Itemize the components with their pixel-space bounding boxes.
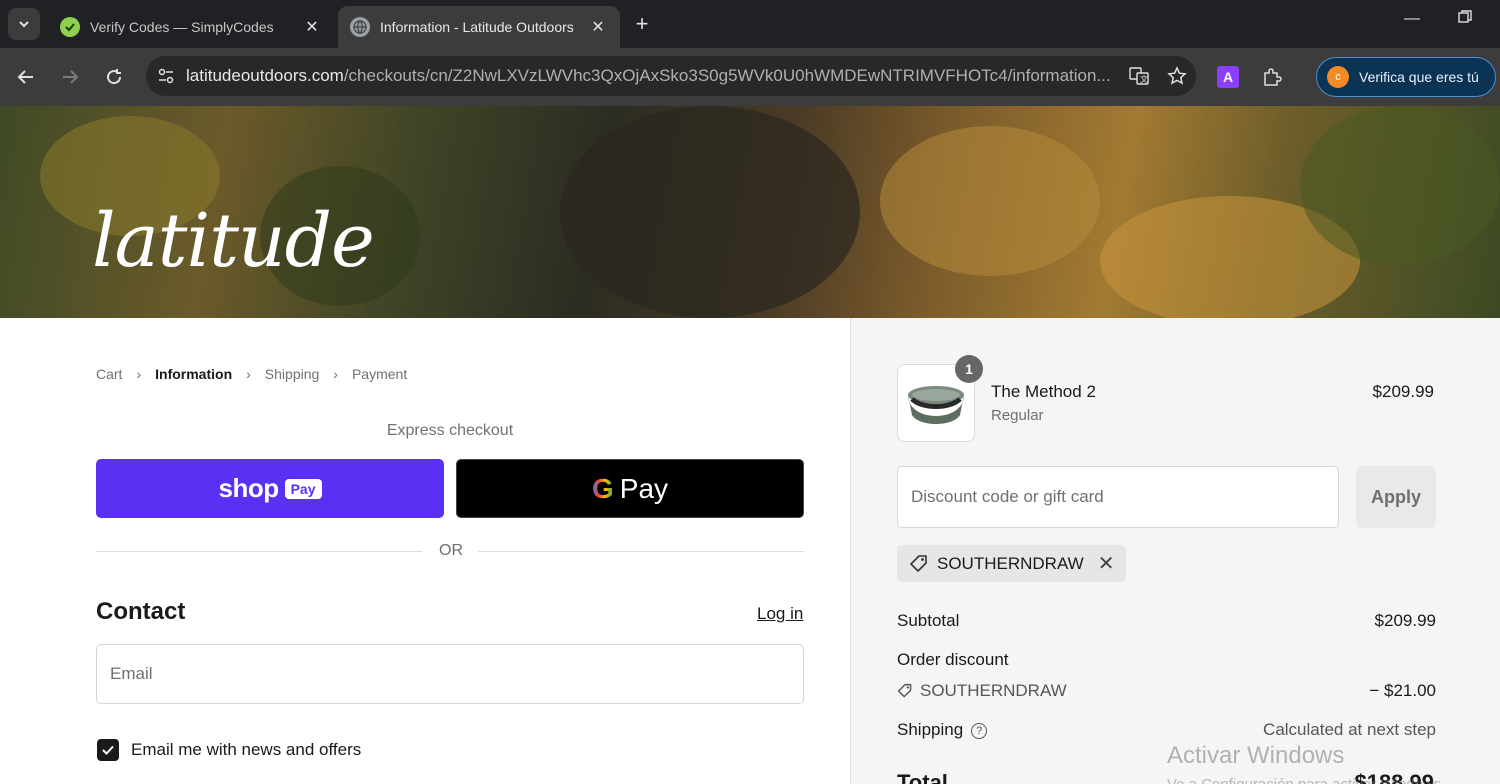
arrow-left-icon — [17, 70, 33, 84]
reload-button[interactable] — [98, 61, 130, 93]
email-placeholder: Email — [110, 664, 153, 683]
extensions-puzzle-icon[interactable] — [1256, 61, 1288, 93]
profile-verify-button[interactable]: c Verifica que eres tú — [1316, 57, 1496, 97]
newsletter-option[interactable]: Email me with news and offers — [97, 739, 361, 761]
extension-letter: A — [1217, 66, 1239, 88]
log-in-link[interactable]: Log in — [757, 604, 803, 624]
translate-icon[interactable]: 文 — [1120, 66, 1158, 86]
chevron-right-icon: › — [333, 366, 338, 382]
shop-pay-badge: Pay — [284, 478, 322, 499]
tab-simplycodes[interactable]: Verify Codes — SimplyCodes ✕ — [48, 6, 334, 48]
product-name: The Method 2 — [991, 382, 1096, 401]
order-discount-label: Order discount — [897, 650, 1009, 669]
reload-icon — [107, 69, 122, 85]
divider — [478, 551, 804, 552]
new-tab-button[interactable]: + — [628, 10, 656, 38]
shipping-row: Shipping? Calculated at next step — [897, 720, 1436, 740]
shipping-label: Shipping — [897, 720, 964, 739]
extension-a-icon[interactable]: A — [1212, 61, 1244, 93]
browser-toolbar: latitudeoutdoors.com/checkouts/cn/Z2NwLX… — [0, 48, 1500, 106]
subtotal-value: $209.99 — [1374, 611, 1436, 630]
close-tab-icon[interactable]: ✕ — [588, 17, 608, 37]
minimize-icon[interactable]: — — [1404, 10, 1420, 28]
email-field[interactable]: Email — [96, 644, 804, 704]
shipping-value: Calculated at next step — [1263, 720, 1436, 739]
chevron-right-icon: › — [246, 366, 251, 382]
discount-code-label: SOUTHERNDRAW — [920, 681, 1067, 700]
chevron-down-icon — [19, 21, 29, 28]
remove-discount-icon[interactable]: ✕ — [1098, 551, 1115, 576]
checkmark-icon — [102, 745, 114, 755]
close-tab-icon[interactable]: ✕ — [302, 17, 322, 37]
google-pay-label: Pay — [619, 472, 669, 504]
svg-text:文: 文 — [1140, 74, 1148, 84]
order-summary: 1 The Method 2 Regular $209.99 Discount … — [850, 318, 1500, 784]
order-discount-row: Order discount — [897, 650, 1436, 670]
tab-latitude[interactable]: Information - Latitude Outdoors ✕ — [338, 6, 620, 48]
windows-activation-subtext: Ve a Configuración para activar Windows. — [1167, 776, 1445, 784]
profile-label: Verifica que eres tú — [1359, 69, 1479, 85]
url-text: latitudeoutdoors.com/checkouts/cn/Z2NwLX… — [186, 66, 1120, 86]
total-label: Total — [897, 770, 948, 784]
help-circle-icon[interactable]: ? — [971, 722, 988, 739]
applied-code-label: SOUTHERNDRAW — [937, 553, 1084, 573]
bookmark-star-icon[interactable] — [1158, 66, 1196, 86]
contact-heading: Contact — [96, 598, 186, 625]
newsletter-label: Email me with news and offers — [131, 740, 362, 759]
shop-pay-wordmark: shop — [218, 473, 279, 503]
google-g-icon: G — [591, 472, 614, 504]
tag-icon — [910, 554, 927, 572]
url-host: latitudeoutdoors.com — [186, 66, 344, 85]
arrow-right-icon — [63, 70, 79, 84]
discount-code-input[interactable]: Discount code or gift card — [897, 466, 1339, 528]
discount-value: − $21.00 — [1369, 681, 1436, 700]
back-button[interactable] — [10, 61, 42, 93]
profile-avatar: c — [1327, 66, 1349, 88]
breadcrumb-information: Information — [155, 366, 233, 382]
url-path: /checkouts/cn/Z2NwLXVzLWVhc3QxOjAxSko3S0… — [343, 66, 1111, 85]
apply-button[interactable]: Apply — [1356, 466, 1436, 528]
tag-icon — [897, 683, 912, 698]
browser-tab-bar: Verify Codes — SimplyCodes ✕ Information… — [0, 0, 1500, 48]
chevron-right-icon: › — [136, 366, 142, 382]
checkout-main: Cart › Information › Shipping › Payment … — [0, 318, 850, 784]
applied-discount-chip: SOUTHERNDRAW ✕ — [897, 545, 1127, 582]
hero-banner-image: latitude — [0, 106, 1500, 318]
shop-pay-button[interactable]: shop Pay — [96, 459, 444, 518]
divider — [96, 551, 422, 552]
simplycodes-favicon-icon — [60, 17, 80, 37]
breadcrumb: Cart › Information › Shipping › Payment — [96, 366, 407, 382]
newsletter-checkbox[interactable] — [97, 739, 119, 761]
subtotal-label: Subtotal — [897, 611, 960, 630]
globe-icon — [350, 17, 370, 37]
product-variant: Regular — [991, 407, 1044, 424]
google-pay-button[interactable]: G Pay — [456, 459, 804, 518]
breadcrumb-cart[interactable]: Cart — [96, 366, 122, 382]
discount-code-row: SOUTHERNDRAW − $21.00 — [897, 681, 1436, 701]
subtotal-row: Subtotal $209.99 — [897, 611, 1436, 631]
windows-activation-watermark: Activar Windows — [1167, 742, 1345, 769]
tab-title: Information - Latitude Outdoors — [380, 19, 574, 35]
latitude-logo[interactable]: latitude — [92, 198, 375, 284]
breadcrumb-payment: Payment — [351, 366, 408, 382]
forward-button[interactable] — [54, 61, 86, 93]
site-info-icon[interactable] — [146, 67, 186, 85]
tab-title: Verify Codes — SimplyCodes — [90, 19, 274, 35]
discount-placeholder: Discount code or gift card — [911, 487, 1104, 506]
breadcrumb-shipping: Shipping — [264, 366, 320, 382]
quantity-badge: 1 — [955, 355, 983, 383]
tab-search-button[interactable] — [8, 8, 40, 40]
or-divider-label: OR — [439, 542, 463, 559]
address-bar[interactable]: latitudeoutdoors.com/checkouts/cn/Z2NwLX… — [146, 56, 1196, 96]
express-checkout-label: Express checkout — [386, 422, 514, 439]
product-price: $209.99 — [1372, 382, 1434, 401]
restore-window-icon[interactable] — [1458, 10, 1472, 29]
